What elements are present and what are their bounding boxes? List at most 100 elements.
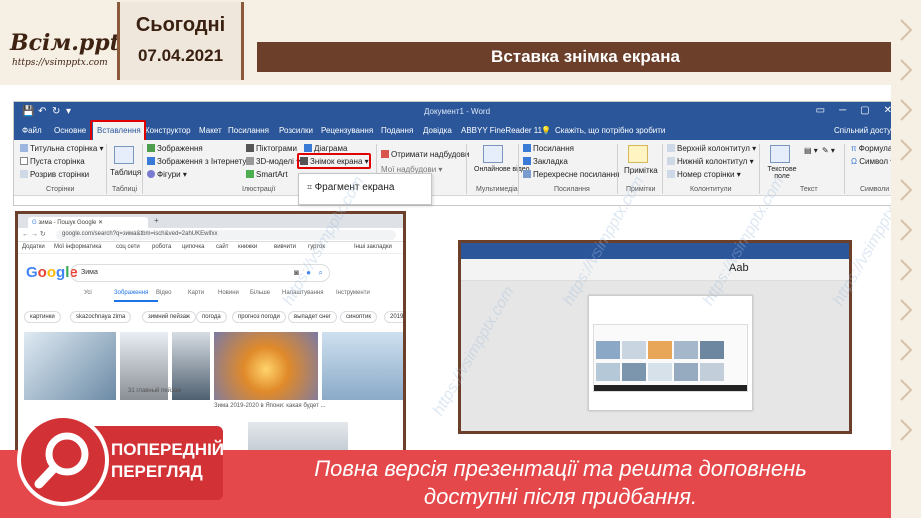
filter-chip[interactable]: skazochnaya zima xyxy=(70,311,132,323)
bookmark-item[interactable]: Інші закладки xyxy=(354,244,392,250)
cover-page-icon xyxy=(20,144,28,152)
bookmark-item[interactable]: Мої інформатика xyxy=(54,244,102,250)
inserted-screenshot[interactable] xyxy=(593,324,748,392)
tab-mailings[interactable]: Розсилки xyxy=(279,126,313,135)
blank-page-button[interactable]: Пуста сторінка xyxy=(20,157,85,166)
online-pictures-button[interactable]: Зображення з Інтернету xyxy=(147,157,246,166)
table-icon[interactable] xyxy=(114,146,134,164)
cube-icon xyxy=(246,157,254,165)
tell-me-search[interactable]: Скажіть, що потрібно зробити xyxy=(555,126,665,135)
table-button[interactable]: Таблиця xyxy=(110,168,141,177)
nav-tools[interactable]: Інструменти xyxy=(336,290,370,296)
save-icon[interactable]: 💾 xyxy=(22,106,34,117)
filter-chip[interactable]: выпадет снег xyxy=(288,311,337,323)
bookmark-item[interactable]: соц сети xyxy=(116,244,140,250)
tab-design[interactable]: Конструктор xyxy=(145,126,191,135)
tab-abbyy[interactable]: ABBYY FineReader 11 xyxy=(461,126,542,135)
tab-references[interactable]: Посилання xyxy=(228,126,269,135)
tab-review[interactable]: Рецензування xyxy=(321,126,373,135)
icons-button[interactable]: Піктограми xyxy=(246,144,297,153)
tab-layout[interactable]: Макет xyxy=(199,126,222,135)
thumbnail xyxy=(674,363,698,381)
bookmark-item[interactable]: ципочка xyxy=(182,244,204,250)
footer-button[interactable]: Нижній колонтитул ▾ xyxy=(667,157,754,166)
filter-chip[interactable]: погода xyxy=(196,311,227,323)
online-video-button[interactable]: Онлайнове відео xyxy=(474,166,530,173)
3d-models-button[interactable]: 3D-моделі ▾ xyxy=(246,157,300,166)
store-icon xyxy=(381,150,389,158)
textbox-icon[interactable] xyxy=(770,145,790,163)
links-group-label: Посилання xyxy=(554,186,590,193)
filter-chip[interactable]: зимний пейзаж xyxy=(142,311,196,323)
filter-chip[interactable]: синоптик xyxy=(340,311,377,323)
header-button[interactable]: Верхній колонтитул ▾ xyxy=(667,144,756,153)
shapes-button[interactable]: Фігури ▾ xyxy=(147,170,187,179)
online-video-icon[interactable] xyxy=(483,145,503,163)
bookmark-item[interactable]: робота xyxy=(152,244,171,250)
mini-word-page xyxy=(588,295,753,411)
tab-home[interactable]: Основне xyxy=(54,126,86,135)
preview-badge-line1: ПОПЕРЕДНІЙ xyxy=(111,440,225,459)
bookmark-item[interactable]: Додатки xyxy=(22,244,45,250)
cross-reference-button[interactable]: Перехресне посилання xyxy=(523,170,619,179)
page-number-button[interactable]: Номер сторінки ▾ xyxy=(667,170,741,179)
textbox-button[interactable]: Текстове поле xyxy=(762,166,802,180)
get-addins-button[interactable]: Отримати надбудови xyxy=(381,150,469,159)
ribbon-separator xyxy=(617,144,618,194)
new-tab-icon[interactable]: + xyxy=(154,216,159,225)
tab-file[interactable]: Файл xyxy=(22,126,42,135)
address-bar[interactable]: google.com/search?q=зима&tbm=isch&ved=2a… xyxy=(56,230,396,240)
filter-chip[interactable]: прогноз погоди xyxy=(232,311,286,323)
smartart-button[interactable]: SmartArt xyxy=(246,170,288,179)
bookmark-item[interactable]: вивчити xyxy=(274,244,296,250)
nav-maps[interactable]: Карти xyxy=(188,290,204,296)
nav-news[interactable]: Новини xyxy=(218,290,239,296)
browser-tab[interactable]: G зима - Пошук Google ✕ xyxy=(28,217,148,228)
ribbon-tabs: Файл Основне Вставлення Конструктор Маке… xyxy=(14,122,912,140)
chart-button[interactable]: Діаграма xyxy=(304,144,347,153)
ribbon-separator xyxy=(759,144,760,194)
share-button[interactable]: Спільний доступ xyxy=(834,126,896,135)
close-tab-icon[interactable]: ✕ xyxy=(98,220,103,226)
ribbon-separator xyxy=(142,144,143,194)
image-result[interactable] xyxy=(214,332,318,400)
symbol-button[interactable]: Ω Символ ▾ xyxy=(851,157,894,166)
filter-chip[interactable]: 2019 xyxy=(384,311,403,323)
preview-badge: ПОПЕРЕДНІЙ ПЕРЕГЛЯД xyxy=(17,414,225,508)
illustrations-group-label: Ілюстрації xyxy=(242,186,276,193)
document-title: Документ1 - Word xyxy=(424,107,491,116)
signature-icon[interactable]: ✎ ▾ xyxy=(822,146,835,155)
cover-page-button[interactable]: Титульна сторінка ▾ xyxy=(20,144,104,153)
filter-chip[interactable]: картинки xyxy=(24,311,61,323)
bookmark-item[interactable]: книжки xyxy=(238,244,257,250)
tab-help[interactable]: Довідка xyxy=(423,126,452,135)
nav-images[interactable]: Зображення xyxy=(114,290,148,296)
image-result[interactable] xyxy=(24,332,116,400)
image-caption: 31 главный пейзаж xyxy=(128,388,182,394)
comment-icon[interactable] xyxy=(628,145,648,163)
text-options-icon[interactable]: ▤ ▾ xyxy=(804,146,818,155)
page-break-button[interactable]: Розрив сторінки xyxy=(20,170,89,179)
thumbnail xyxy=(700,341,724,359)
bookmark-item[interactable]: сайт xyxy=(216,244,228,250)
bookmarks-bar: Додатки Мої інформатика соц сети робота … xyxy=(18,242,403,254)
link-button[interactable]: Посилання xyxy=(523,144,574,153)
customize-icon[interactable]: ▾ xyxy=(66,106,71,117)
pictures-button[interactable]: Зображення xyxy=(147,144,203,153)
bookmark-icon xyxy=(523,157,531,165)
today-label: Сьогодні xyxy=(135,14,226,36)
image-result[interactable] xyxy=(322,332,403,400)
footer-icon xyxy=(667,157,675,165)
bookmark-button[interactable]: Закладка xyxy=(523,157,568,166)
undo-icon[interactable]: ↶ xyxy=(38,106,46,117)
nav-more[interactable]: Більше xyxy=(250,290,270,296)
back-icon[interactable]: ← → ↻ xyxy=(22,230,46,238)
nav-video[interactable]: Відео xyxy=(156,290,172,296)
link-icon xyxy=(523,144,531,152)
ribbon-separator xyxy=(844,144,845,194)
search-icon[interactable]: ⌕ xyxy=(319,268,323,278)
nav-all[interactable]: Усі xyxy=(84,290,92,296)
comment-button[interactable]: Примітка xyxy=(624,166,658,175)
tab-view[interactable]: Подання xyxy=(381,126,413,135)
redo-icon[interactable]: ↻ xyxy=(52,106,60,117)
